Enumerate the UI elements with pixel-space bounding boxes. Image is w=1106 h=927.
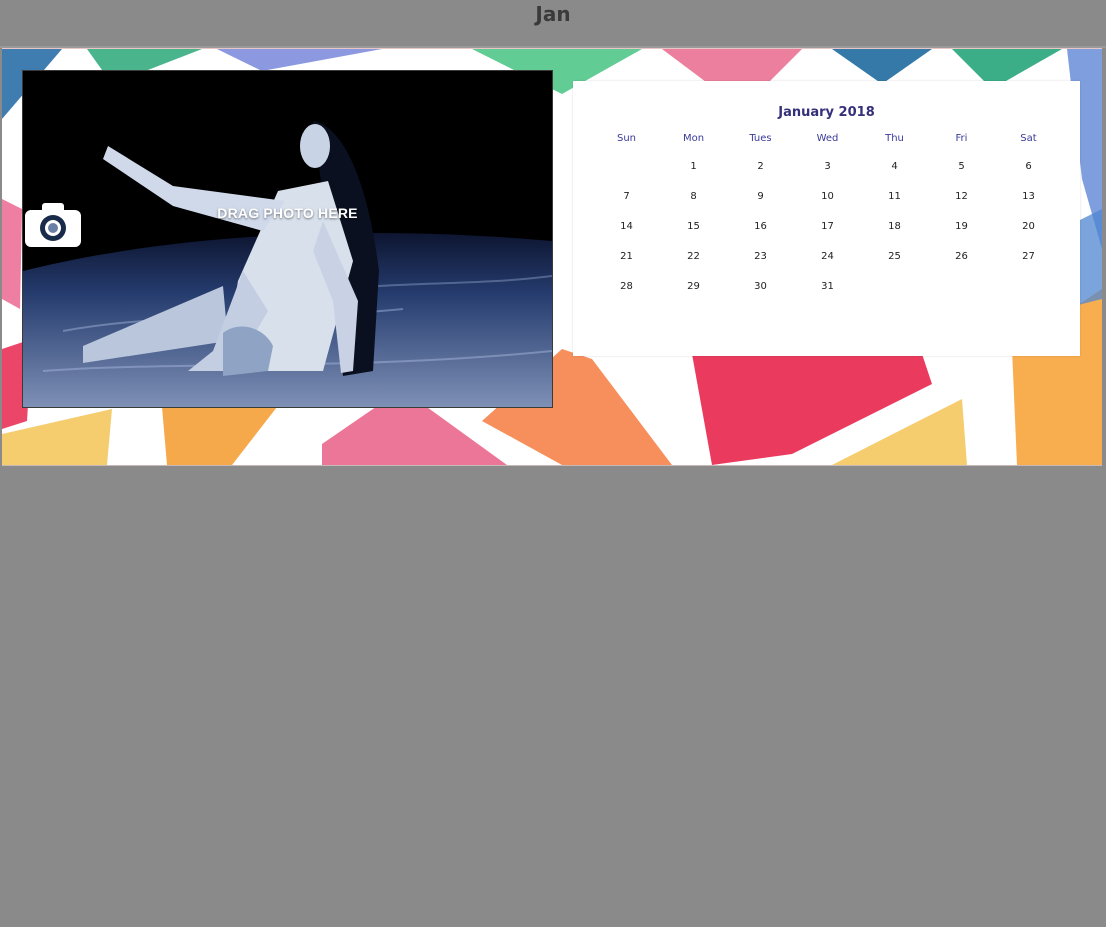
day-cell: 16: [754, 221, 767, 232]
day-cell: [928, 279, 995, 309]
weekday-header: Wed: [816, 133, 839, 144]
day-cell: 15: [687, 221, 700, 232]
calendar-card: January 2018 Sun Mon Tues Wed Thu Fri Sa…: [573, 81, 1080, 356]
day-cell: 8: [690, 191, 697, 202]
day-cell: 6: [1025, 161, 1032, 172]
day-cell: 22: [687, 251, 700, 262]
calendar-title: January 2018: [778, 105, 875, 120]
camera-icon: [25, 203, 81, 247]
day-cell: 5: [958, 161, 965, 172]
day-cell: 21: [620, 251, 633, 262]
day-cell: 19: [955, 221, 968, 232]
day-cell: 7: [623, 191, 630, 202]
weekday-header: Sat: [1020, 133, 1037, 144]
page-title: Jan: [535, 2, 571, 26]
day-cell: 25: [888, 251, 901, 262]
day-cell: [995, 279, 1062, 309]
day-cell: 13: [1022, 191, 1035, 202]
day-cell: 30: [754, 281, 767, 292]
day-cell: 1: [690, 161, 697, 172]
day-cell: 9: [757, 191, 764, 202]
day-cell: 29: [687, 281, 700, 292]
day-cell: 28: [620, 281, 633, 292]
day-cell: 20: [1022, 221, 1035, 232]
day-cell: [861, 279, 928, 309]
day-cell: 10: [821, 191, 834, 202]
day-cell: 2: [757, 161, 764, 172]
day-cell: 14: [620, 221, 633, 232]
day-cell: 26: [955, 251, 968, 262]
weekday-header: Thu: [885, 133, 904, 144]
day-cell: 31: [821, 281, 834, 292]
day-cell: 24: [821, 251, 834, 262]
photo-drop-zone[interactable]: DRAG PHOTO HERE: [22, 70, 553, 408]
weekday-header: Fri: [955, 133, 968, 144]
weekday-header: Sun: [616, 133, 637, 144]
drop-overlay: DRAG PHOTO HERE: [23, 201, 552, 247]
calendar-grid: Sun Mon Tues Wed Thu Fri Sat 1 2 3 4 5 6…: [593, 131, 1062, 309]
day-cell: 11: [888, 191, 901, 202]
day-cell: 27: [1022, 251, 1035, 262]
weekday-header: Tues: [749, 133, 772, 144]
day-cell: 4: [891, 161, 898, 172]
day-cell: 3: [824, 161, 831, 172]
calendar-page: DRAG PHOTO HERE January 2018 Sun Mon Tue…: [2, 48, 1102, 466]
day-cell: 18: [888, 221, 901, 232]
day-cell: 23: [754, 251, 767, 262]
day-cell: 12: [955, 191, 968, 202]
weekday-header: Mon: [682, 133, 705, 144]
dancer-photo: [23, 71, 552, 407]
day-cell: 17: [821, 221, 834, 232]
day-cell: [593, 159, 660, 189]
drag-photo-label: DRAG PHOTO HERE: [217, 205, 358, 221]
